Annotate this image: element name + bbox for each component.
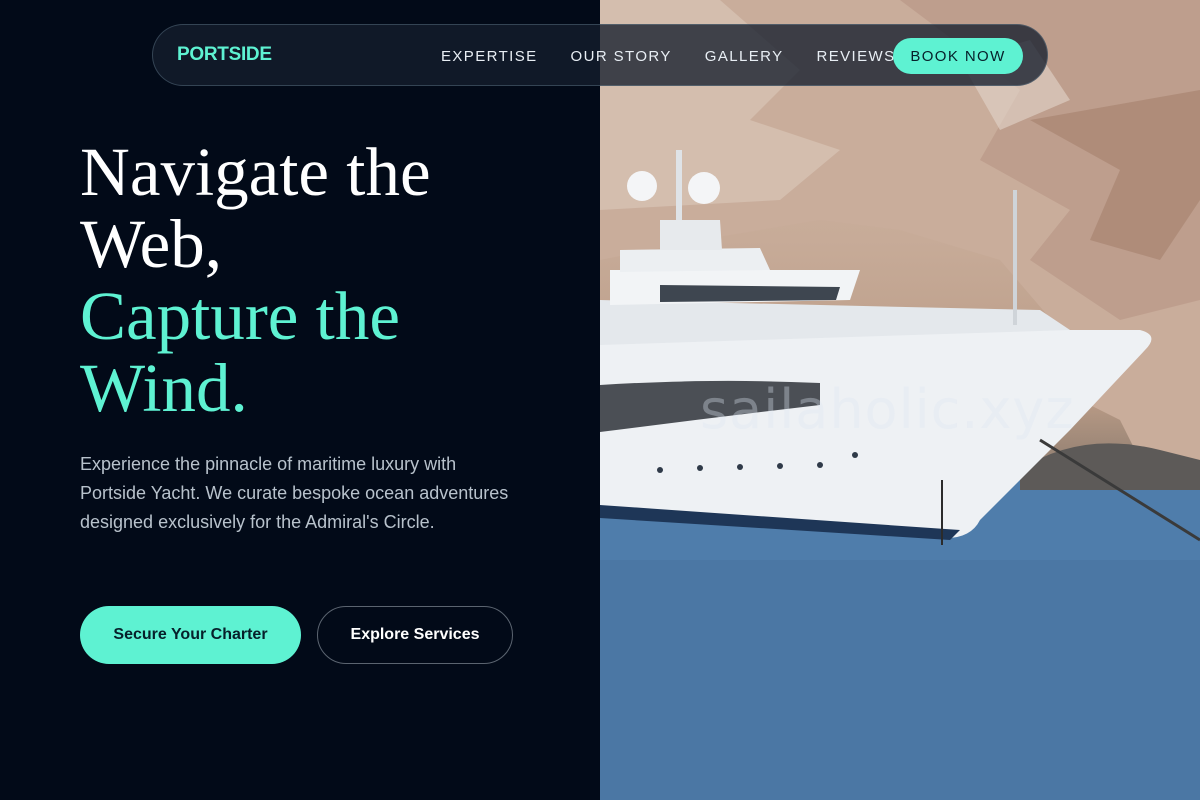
top-navigation: PORTSIDE EXPERTISE OUR STORY GALLERY REV… (152, 24, 1048, 86)
nav-link-expertise[interactable]: EXPERTISE (441, 48, 538, 65)
explore-services-button[interactable]: Explore Services (317, 606, 513, 664)
nav-links: EXPERTISE OUR STORY GALLERY REVIEWS (441, 25, 928, 87)
secure-charter-button[interactable]: Secure Your Charter (80, 606, 301, 664)
nav-link-reviews[interactable]: REVIEWS (817, 48, 896, 65)
nav-link-gallery[interactable]: GALLERY (705, 48, 784, 65)
hero-panel: Navigate the Web, Capture the Wind. Expe… (0, 0, 600, 800)
headline-line-2: Web, (80, 206, 222, 282)
hero-headline: Navigate the Web, Capture the Wind. (80, 136, 560, 424)
headline-accent-2: Wind. (80, 350, 248, 426)
book-now-button[interactable]: BOOK NOW (893, 38, 1023, 74)
headline-accent-1: Capture the (80, 278, 400, 354)
hero-description: Experience the pinnacle of maritime luxu… (80, 454, 509, 532)
image-watermark: sailaholic.xyz (700, 378, 1075, 441)
nav-link-our-story[interactable]: OUR STORY (571, 48, 672, 65)
headline-line-1: Navigate the (80, 134, 431, 210)
brand-logo[interactable]: PORTSIDE (177, 44, 272, 66)
